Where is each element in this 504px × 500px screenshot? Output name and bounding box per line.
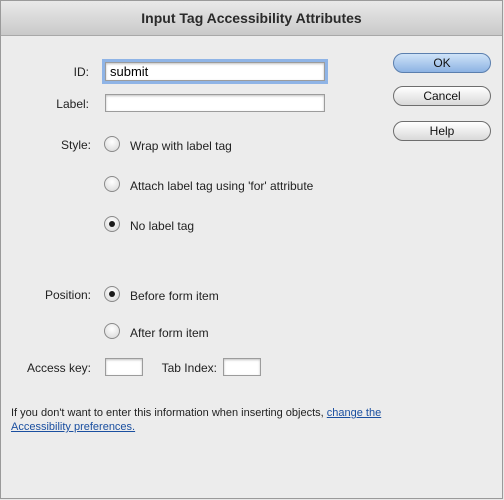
dialog-window: Input Tag Accessibility Attributes ID: L…: [0, 0, 503, 499]
label-input[interactable]: [105, 94, 325, 112]
preferences-note: If you don't want to enter this informat…: [11, 406, 391, 434]
cancel-button[interactable]: Cancel: [393, 86, 491, 106]
radio-after-form-item-text: After form item: [130, 326, 209, 340]
preferences-note-text: If you don't want to enter this informat…: [11, 407, 324, 419]
id-label: ID:: [73, 65, 89, 79]
dialog-title: Input Tag Accessibility Attributes: [1, 1, 502, 36]
radio-wrap-with-label-text: Wrap with label tag: [130, 139, 232, 153]
radio-dot: [109, 221, 115, 227]
ok-button[interactable]: OK: [393, 53, 491, 73]
radio-dot: [109, 291, 115, 297]
access-key-label: Access key:: [26, 361, 91, 375]
radio-after-form-item[interactable]: [104, 323, 120, 339]
radio-attach-label-for-text: Attach label tag using 'for' attribute: [130, 179, 314, 193]
tab-index-input[interactable]: [223, 358, 261, 376]
radio-before-form-item-text: Before form item: [130, 289, 219, 303]
radio-attach-label-for[interactable]: [104, 176, 120, 192]
access-key-input[interactable]: [105, 358, 143, 376]
style-label: Style:: [60, 138, 91, 152]
label-label: Label:: [56, 97, 89, 111]
id-input[interactable]: [102, 59, 328, 84]
radio-no-label-tag[interactable]: [104, 216, 120, 232]
radio-wrap-with-label[interactable]: [104, 136, 120, 152]
position-label: Position:: [44, 288, 91, 302]
tab-index-label: Tab Index:: [161, 361, 217, 375]
radio-before-form-item[interactable]: [104, 286, 120, 302]
help-button[interactable]: Help: [393, 121, 491, 141]
radio-no-label-tag-text: No label tag: [130, 219, 195, 233]
